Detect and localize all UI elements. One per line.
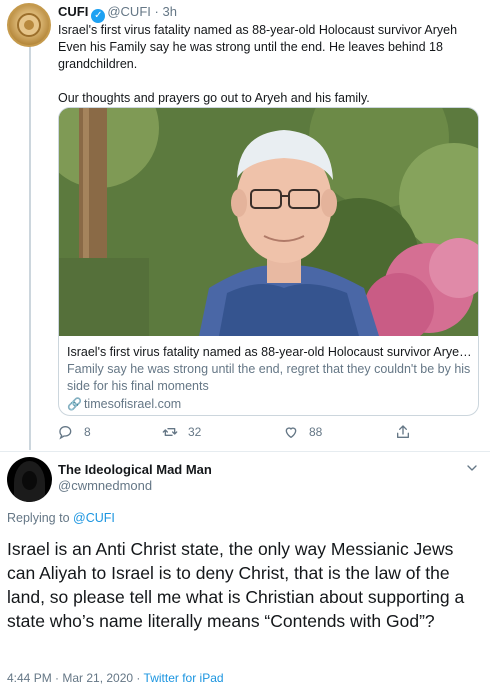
- like-button[interactable]: 88: [283, 424, 322, 440]
- like-count: 88: [309, 425, 323, 439]
- link-icon: 🔗: [67, 397, 82, 411]
- chevron-down-icon[interactable]: [464, 460, 480, 476]
- reply-count: 8: [84, 425, 91, 439]
- verified-badge-icon: ✓: [91, 9, 106, 23]
- author-name[interactable]: The Ideological Mad Man: [58, 462, 212, 478]
- reply-tweet-text: Israel is an Anti Christ state, the only…: [7, 539, 465, 631]
- author-handle[interactable]: @cwmnedmond: [58, 478, 212, 494]
- tweet-source[interactable]: Twitter for iPad: [144, 671, 224, 685]
- retweet-count: 32: [188, 425, 202, 439]
- card-domain-text: timesofisrael.com: [83, 397, 182, 411]
- tweet-actions: 8 32 88: [58, 424, 478, 444]
- card-domain[interactable]: 🔗 timesofisrael.com: [67, 396, 472, 413]
- retweet-button[interactable]: 32: [162, 424, 201, 440]
- author-name[interactable]: CUFI: [58, 4, 88, 19]
- thread-line: [29, 46, 31, 450]
- share-icon: [397, 425, 409, 438]
- avatar[interactable]: [7, 3, 51, 47]
- tweet-text: Israel's first virus fatality named as 8…: [58, 22, 478, 107]
- separator: ·: [154, 4, 159, 19]
- replying-to-label: Replying to: [7, 511, 70, 525]
- link-card[interactable]: Israel's first virus fatality named as 8…: [58, 107, 479, 416]
- card-title[interactable]: Israel's first virus fatality named as 8…: [67, 344, 472, 361]
- tweet-meta: 4:44 PM · Mar 21, 2020 · Twitter for iPa…: [7, 671, 224, 685]
- replying-to: Replying to @CUFI: [7, 511, 115, 525]
- tweet-text-paragraph: Our thoughts and prayers go out to Aryeh…: [58, 91, 370, 105]
- card-image: [59, 108, 478, 336]
- divider: [0, 451, 490, 452]
- tweet-header: CUFI ✓ @CUFI · 3h: [58, 4, 177, 23]
- reply-tweet-header: The Ideological Mad Man @cwmnedmond: [58, 462, 212, 494]
- card-description: Family say he was strong until the end, …: [67, 362, 471, 393]
- like-icon: [285, 427, 297, 438]
- reply-button[interactable]: 8: [58, 424, 91, 440]
- card-text: Israel's first virus fatality named as 8…: [67, 344, 472, 413]
- reply-icon: [59, 426, 72, 440]
- tweet-time[interactable]: 3h: [162, 4, 176, 19]
- share-button[interactable]: [395, 424, 421, 440]
- avatar[interactable]: [7, 457, 52, 502]
- tweet-timestamp[interactable]: 4:44 PM · Mar 21, 2020: [7, 671, 133, 685]
- author-handle[interactable]: @CUFI: [107, 4, 151, 19]
- retweet-icon: [162, 428, 178, 436]
- quoted-tweet[interactable]: CUFI ✓ @CUFI · 3h Israel's first virus fat…: [0, 0, 490, 452]
- mention-link[interactable]: @CUFI: [73, 511, 115, 525]
- separator: ·: [136, 671, 141, 685]
- tweet-text-paragraph: Israel's first virus fatality named as 8…: [58, 23, 458, 71]
